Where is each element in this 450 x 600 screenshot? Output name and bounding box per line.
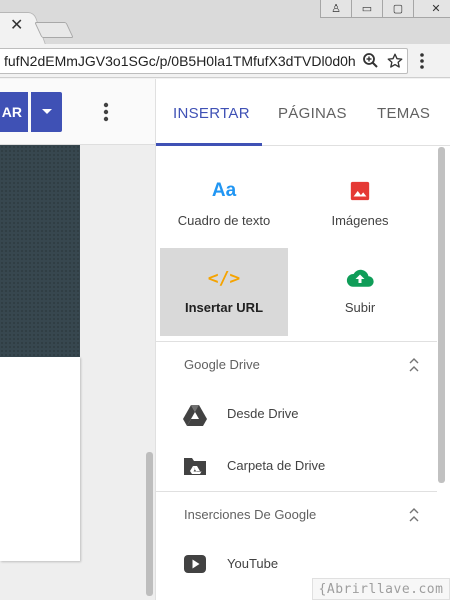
new-tab-button[interactable] <box>34 22 74 38</box>
tile-text-box[interactable]: Aa Cuadro de texto <box>160 161 288 249</box>
sites-editor: AR INSERTAR PÁGINAS TEMAS Aa Cuadro de t… <box>0 79 450 600</box>
section-title: Inserciones De Google <box>184 507 317 522</box>
insert-sidebar: INSERTAR PÁGINAS TEMAS Aa Cuadro de text… <box>155 79 450 600</box>
user-icon[interactable]: ♙ <box>320 0 352 18</box>
sidebar-scrollbar[interactable] <box>438 147 445 483</box>
close-window-button[interactable]: ✕ <box>413 0 450 18</box>
upload-cloud-icon <box>346 264 374 292</box>
code-icon: </> <box>207 267 241 289</box>
item-label: YouTube <box>227 556 279 571</box>
image-icon <box>349 177 371 205</box>
drive-folder-icon <box>182 455 208 482</box>
tab-paginas[interactable]: PÁGINAS <box>278 105 347 122</box>
bookmark-star-icon[interactable] <box>386 52 404 75</box>
caret-down-icon <box>41 109 52 114</box>
more-options-icon[interactable] <box>102 101 110 128</box>
section-google-drive[interactable]: Google Drive <box>156 341 437 389</box>
browser-toolbar: fufN2dEMmJGV3o1SGc/p/0B5H0la1TMfufX3dTVD… <box>0 44 450 78</box>
tile-label: Cuadro de texto <box>177 213 271 228</box>
address-bar[interactable]: fufN2dEMmJGV3o1SGc/p/0B5H0la1TMfufX3dTVD… <box>0 48 408 74</box>
browser-menu-icon[interactable] <box>419 52 425 75</box>
youtube-icon <box>182 553 208 580</box>
minimize-button[interactable]: ▭ <box>351 0 383 18</box>
page-header-preview <box>0 145 80 357</box>
item-carpeta-drive[interactable]: Carpeta de Drive <box>156 441 437 493</box>
collapse-chevron-icon[interactable] <box>409 357 419 378</box>
tile-upload[interactable]: Subir <box>296 248 424 336</box>
zoom-icon[interactable] <box>362 52 380 75</box>
maximize-button[interactable]: ▢ <box>382 0 414 18</box>
tab-close-icon[interactable]: ✕ <box>10 18 23 34</box>
item-label: Desde Drive <box>227 406 299 421</box>
collapse-chevron-icon[interactable] <box>409 507 419 528</box>
tile-label: Imágenes <box>331 213 389 228</box>
watermark-logo: {Abrirllave.com <box>312 578 450 600</box>
section-title: Google Drive <box>184 357 260 372</box>
window-controls: ♙ ▭ ▢ ✕ <box>320 0 450 20</box>
section-google-inserts[interactable]: Inserciones De Google <box>156 491 437 539</box>
tab-temas[interactable]: TEMAS <box>377 105 430 122</box>
url-text[interactable]: fufN2dEMmJGV3o1SGc/p/0B5H0la1TMfufX3dTVD… <box>4 53 356 69</box>
tile-label: Subir <box>344 300 376 315</box>
active-tab-indicator <box>156 143 262 146</box>
editor-topbar: AR <box>0 79 155 145</box>
drive-icon <box>182 403 208 432</box>
item-desde-drive[interactable]: Desde Drive <box>156 389 437 441</box>
item-label: Carpeta de Drive <box>227 458 326 473</box>
publish-button[interactable]: AR <box>0 92 28 132</box>
tile-embed-url[interactable]: </> Insertar URL <box>160 248 288 336</box>
tab-insertar[interactable]: INSERTAR <box>173 105 250 122</box>
text-box-icon: Aa <box>211 180 237 201</box>
page-body-preview <box>0 357 80 561</box>
publish-dropdown-button[interactable] <box>31 92 62 132</box>
tile-images[interactable]: Imágenes <box>296 161 424 249</box>
tile-label: Insertar URL <box>184 300 264 315</box>
sidebar-tabs: INSERTAR PÁGINAS TEMAS <box>156 79 450 146</box>
browser-tabstrip: ✕ ♙ ▭ ▢ ✕ <box>0 0 450 44</box>
canvas-scrollbar[interactable] <box>146 452 153 596</box>
canvas-area: AR <box>0 79 155 600</box>
